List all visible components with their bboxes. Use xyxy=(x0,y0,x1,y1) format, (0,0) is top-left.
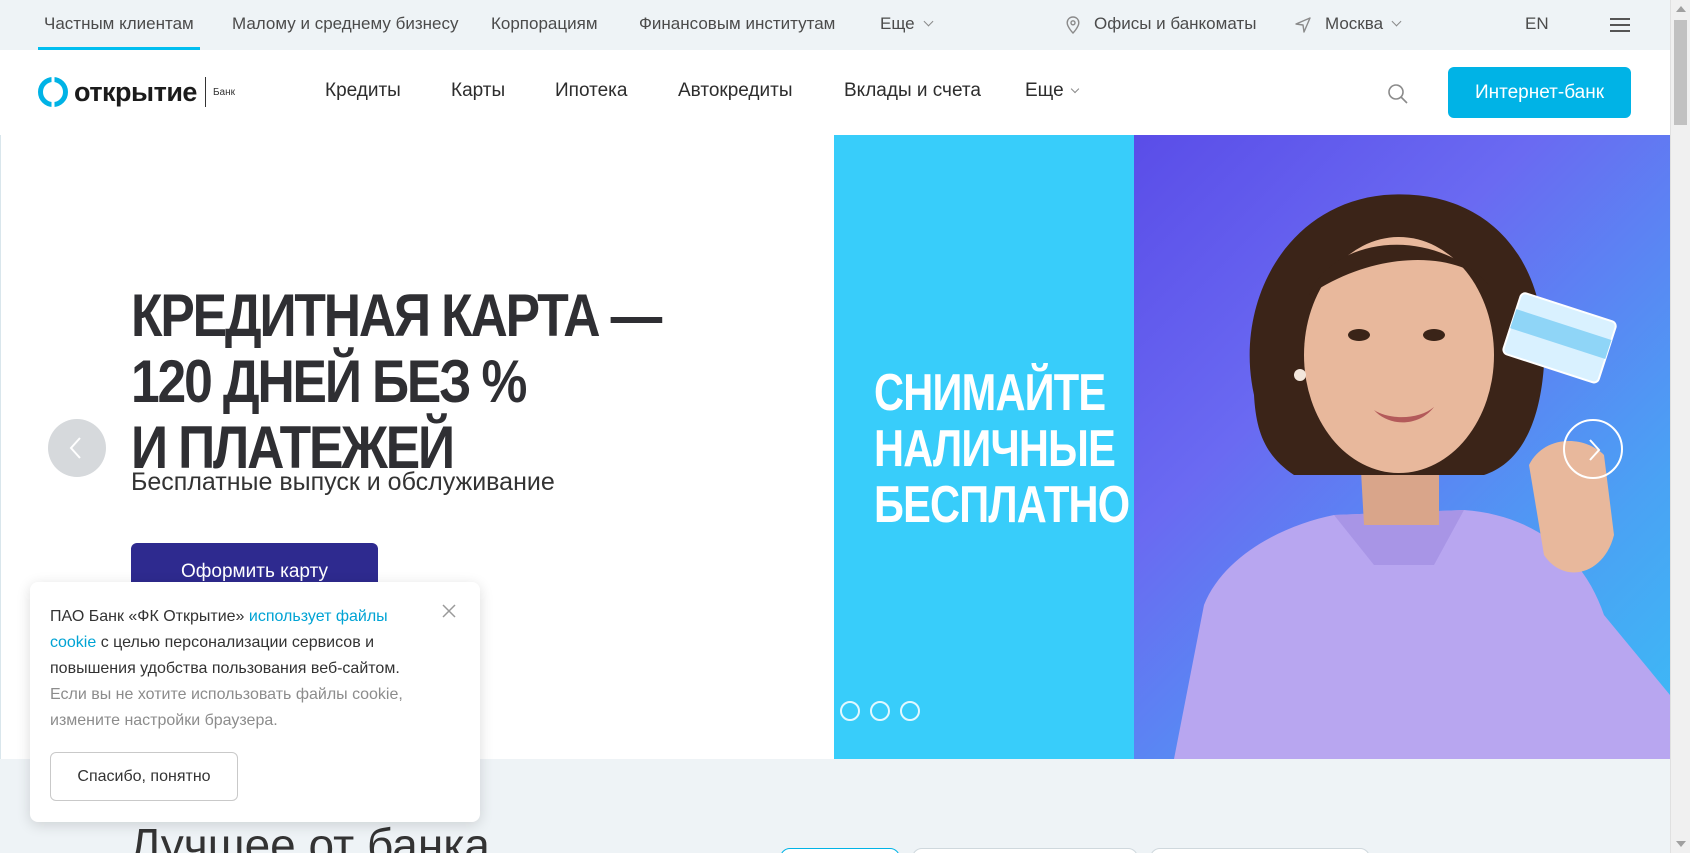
segment-financial[interactable]: Финансовым институтам xyxy=(639,0,835,50)
scroll-thumb[interactable] xyxy=(1674,20,1687,125)
search-icon[interactable] xyxy=(1387,83,1409,105)
main-header: открытие Банк Кредиты Карты Ипотека Авто… xyxy=(0,50,1670,135)
city-label: Москва xyxy=(1325,14,1384,33)
page: Частным клиентам Малому и среднему бизне… xyxy=(0,0,1690,853)
filter-pill[interactable] xyxy=(780,848,900,853)
chevron-down-icon xyxy=(1391,16,1402,27)
segment-bar: Частным клиентам Малому и среднему бизне… xyxy=(0,0,1670,50)
nav-cards[interactable]: Карты xyxy=(451,80,505,102)
cookie-text-main: ПАО Банк «ФК Открытие» xyxy=(50,608,249,625)
carousel-next-button[interactable] xyxy=(1563,419,1623,479)
carousel-dot[interactable] xyxy=(840,701,860,721)
hero-title-line: 120 ДНЕЙ БЕЗ % xyxy=(131,348,527,415)
logo-mark-icon xyxy=(38,77,68,107)
location-arrow-icon xyxy=(1295,17,1311,33)
hero-title-line: КРЕДИТНАЯ КАРТА — xyxy=(131,282,662,349)
cookie-text: ПАО Банк «ФК Открытие» использует файлы … xyxy=(50,604,430,734)
city-selector[interactable]: Москва xyxy=(1325,0,1402,50)
carousel-prev-button[interactable] xyxy=(48,419,106,477)
logo-bank-label: Банк xyxy=(212,86,235,98)
chevron-down-icon xyxy=(923,16,934,27)
promo-line: СНИМАЙТЕ xyxy=(874,364,1106,422)
segment-private[interactable]: Частным клиентам xyxy=(38,0,200,50)
location-pin-icon xyxy=(1066,16,1080,34)
nav-credits[interactable]: Кредиты xyxy=(325,80,401,102)
section-title: Лучшее от банка xyxy=(130,819,490,853)
scroll-up-icon[interactable] xyxy=(1676,6,1686,12)
hero-title: КРЕДИТНАЯ КАРТА — 120 ДНЕЙ БЕЗ % И ПЛАТЕ… xyxy=(131,282,662,481)
segment-more-label: Еще xyxy=(880,14,915,33)
cookie-text-purpose: с целью персонализации сервисов и повыше… xyxy=(50,634,400,677)
chevron-down-icon xyxy=(1070,84,1079,94)
segment-sme[interactable]: Малому и среднему бизнесу xyxy=(232,0,458,50)
chevron-left-icon xyxy=(69,437,81,459)
carousel-dots xyxy=(840,701,920,721)
nav-more[interactable]: Еще xyxy=(1025,80,1079,102)
segment-more[interactable]: Еще xyxy=(880,0,934,50)
nav-more-label: Еще xyxy=(1025,80,1064,101)
logo-divider xyxy=(204,77,206,107)
menu-icon[interactable] xyxy=(1610,18,1630,32)
offices-link[interactable]: Офисы и банкоматы xyxy=(1094,0,1256,50)
scroll-down-icon[interactable] xyxy=(1676,841,1686,847)
close-icon[interactable] xyxy=(441,603,457,619)
nav-mortgage[interactable]: Ипотека xyxy=(555,80,627,102)
internet-bank-button[interactable]: Интернет-банк xyxy=(1448,67,1631,118)
filter-pill[interactable] xyxy=(1150,848,1370,853)
promo-panel: СНИМАЙТЕ НАЛИЧНЫЕ БЕСПЛАТНО xyxy=(834,135,1134,759)
nav-deposits[interactable]: Вклады и счета xyxy=(844,80,981,102)
segment-corporate[interactable]: Корпорациям xyxy=(491,0,598,50)
chevron-right-icon xyxy=(1589,439,1601,461)
cookie-text-muted: Если вы не хотите использовать файлы coo… xyxy=(50,686,403,729)
logo[interactable]: открытие Банк xyxy=(38,74,235,110)
carousel-dot[interactable] xyxy=(900,701,920,721)
promo-text: СНИМАЙТЕ НАЛИЧНЫЕ БЕСПЛАТНО xyxy=(874,364,1130,534)
cookie-banner: ПАО Банк «ФК Открытие» использует файлы … xyxy=(30,582,480,822)
nav-auto-loans[interactable]: Автокредиты xyxy=(678,80,793,102)
hero-subtitle: Бесплатные выпуск и обслуживание xyxy=(131,468,555,496)
promo-line: БЕСПЛАТНО xyxy=(874,476,1130,534)
scrollbar[interactable] xyxy=(1670,0,1690,853)
promo-line: НАЛИЧНЫЕ xyxy=(874,420,1116,478)
carousel-dot[interactable] xyxy=(870,701,890,721)
language-switch[interactable]: EN xyxy=(1525,0,1549,50)
logo-text: открытие xyxy=(74,76,197,107)
cookie-accept-button[interactable]: Спасибо, понятно xyxy=(50,752,238,801)
filter-pill[interactable] xyxy=(912,848,1138,853)
